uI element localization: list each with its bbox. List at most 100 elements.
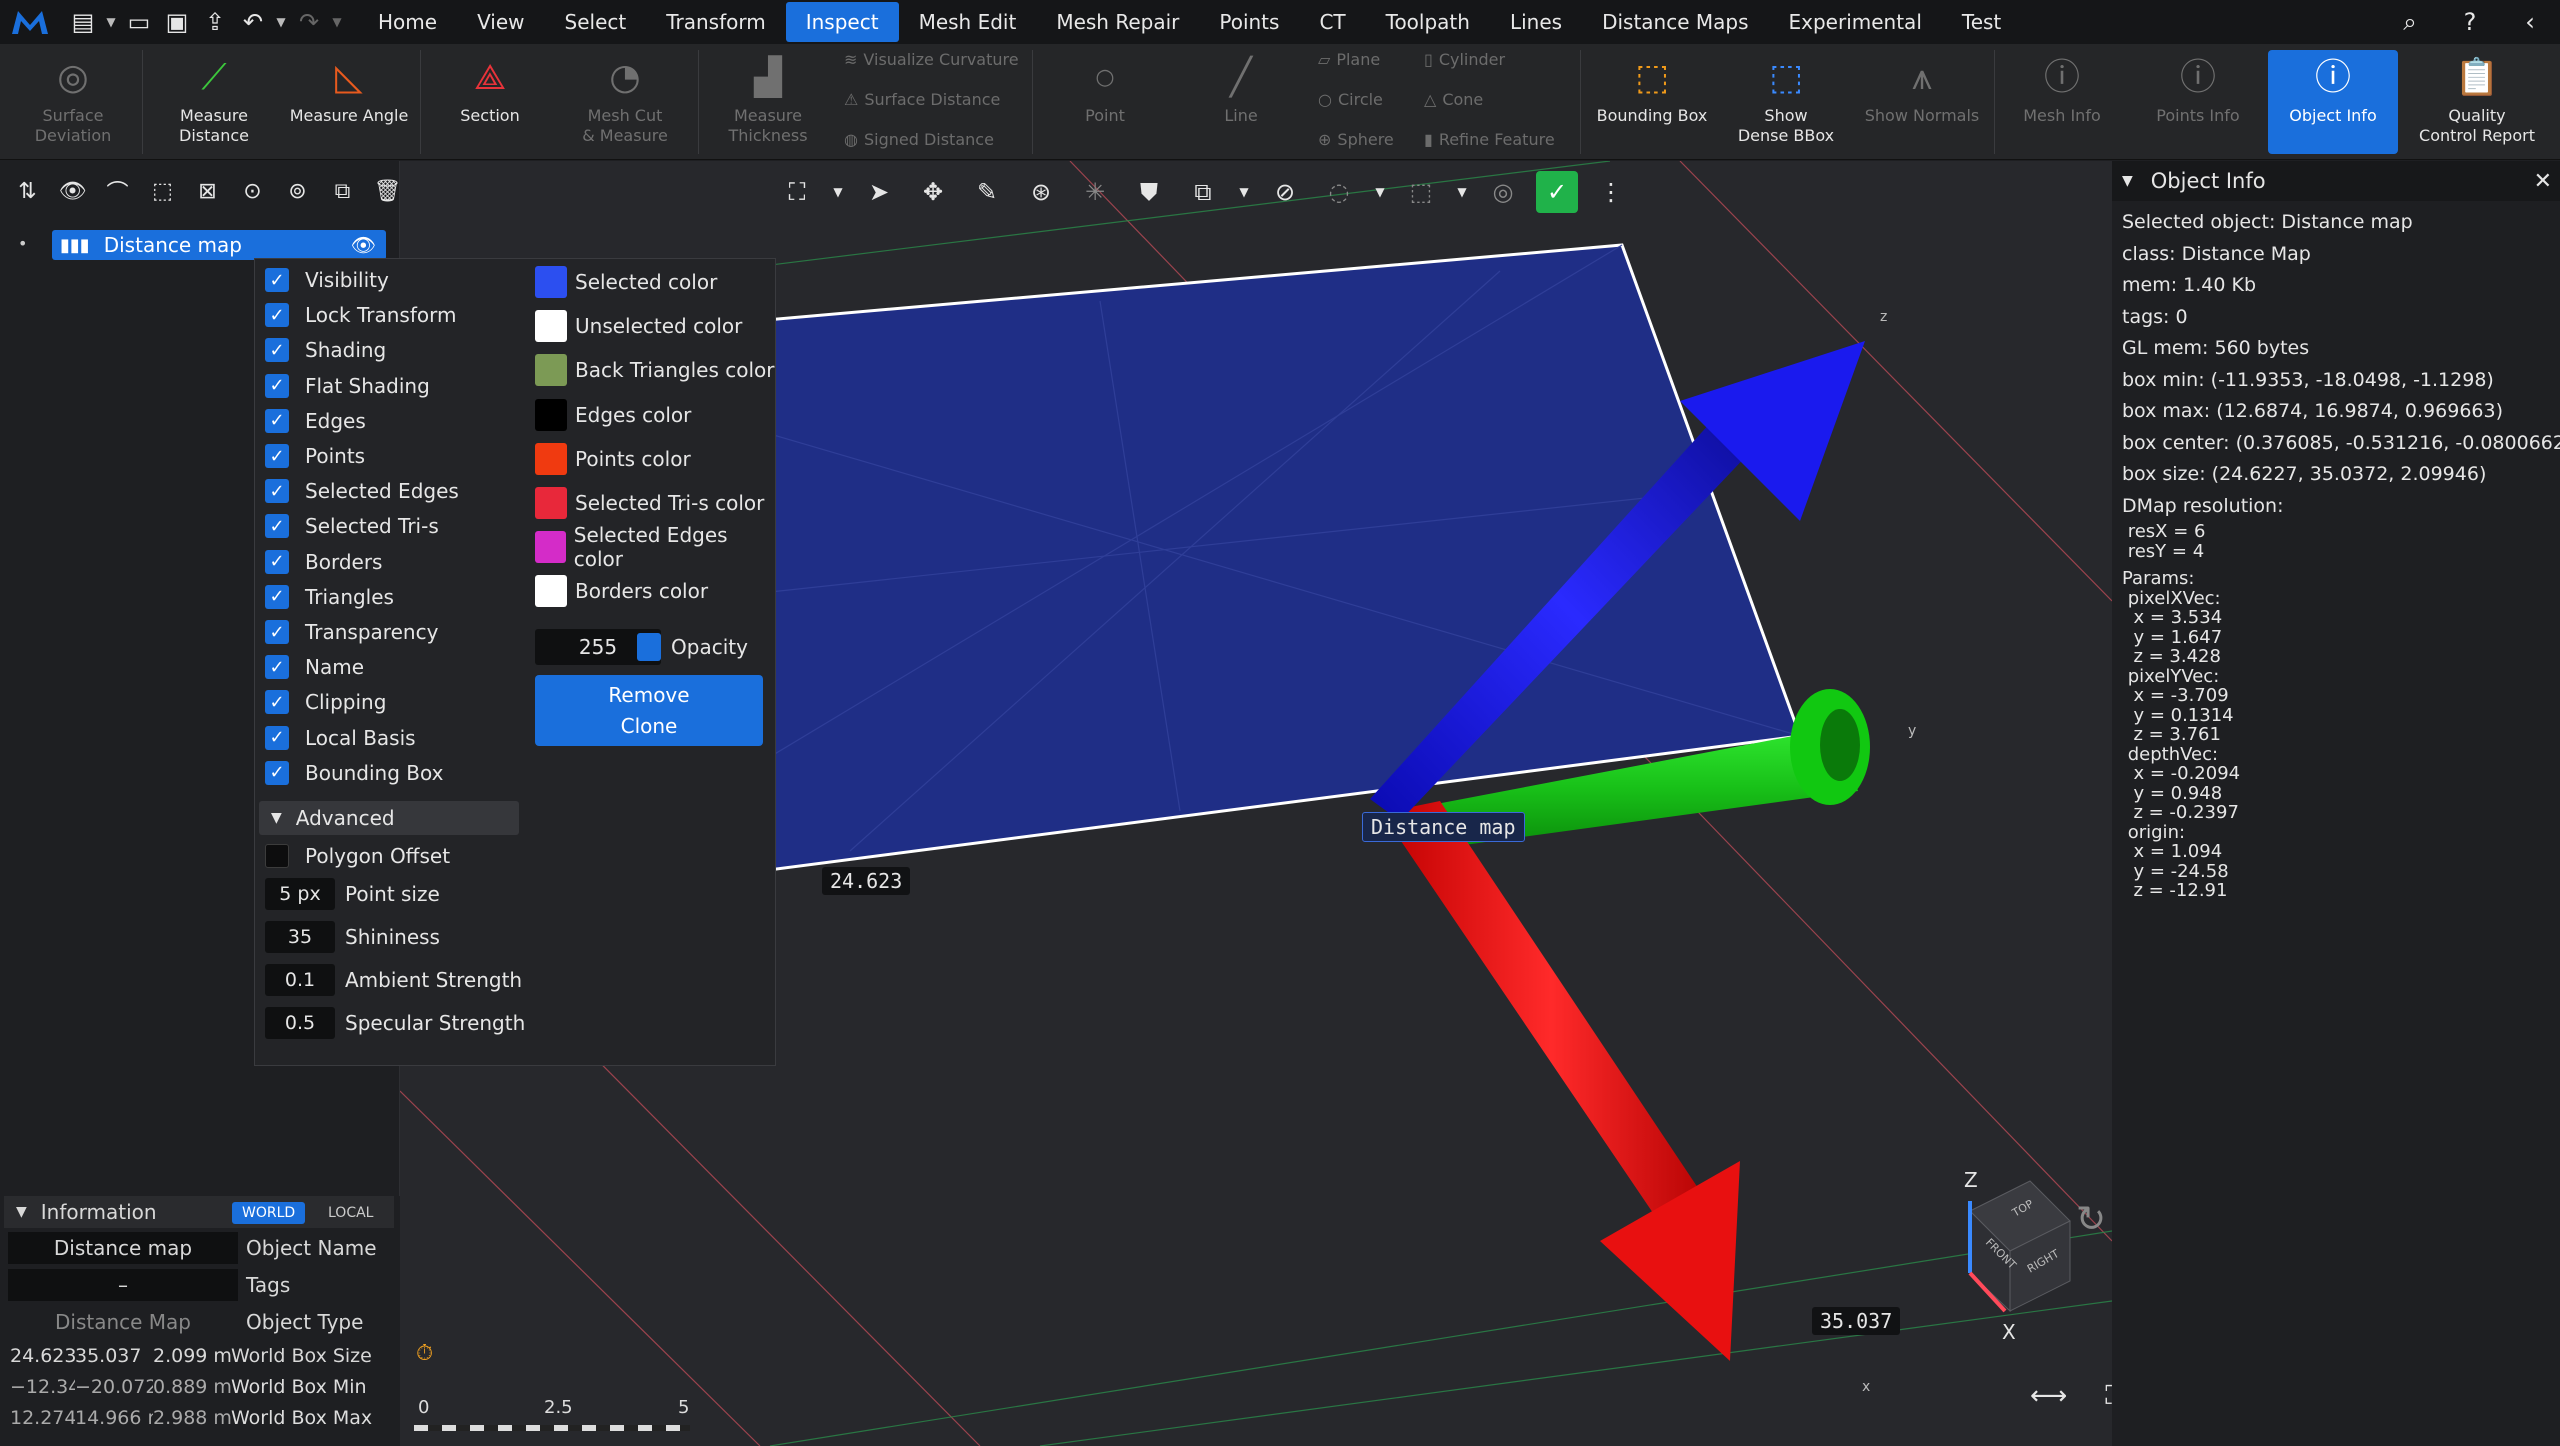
mesh-info-button[interactable]: ⓘ Mesh Info (2004, 50, 2120, 154)
checkbox-shading[interactable]: ✓ Shading (265, 333, 386, 367)
redo-dropdown-icon[interactable]: ▼ (330, 2, 344, 42)
visibility-eye-icon[interactable]: 👁 (351, 233, 376, 257)
checkbox-bounding-box[interactable]: ✓ Bounding Box (265, 756, 443, 790)
polygon-offset-checkbox[interactable]: Polygon Offset (265, 839, 450, 873)
cylinder-button[interactable]: ▯ Cylinder (1424, 50, 1505, 69)
menu-inspect[interactable]: Inspect (785, 2, 899, 42)
color-points-color[interactable]: Points color (535, 441, 691, 477)
lasso-dropdown-icon[interactable]: ▼ (1372, 171, 1388, 213)
hide-icon[interactable]: ⊘ (1264, 171, 1306, 213)
checkbox-edges[interactable]: ✓ Edges (265, 404, 366, 438)
line-button[interactable]: ╱ Line (1178, 50, 1304, 154)
clip-icon[interactable]: ◎ (1482, 171, 1524, 213)
tags-input[interactable]: – (8, 1269, 238, 1301)
color-swatch[interactable] (535, 354, 567, 387)
checkbox-lock-transform[interactable]: ✓ Lock Transform (265, 298, 456, 332)
checkbox-transparency[interactable]: ✓ Transparency (265, 615, 438, 649)
sphere-button[interactable]: ⊕ Sphere (1318, 130, 1394, 149)
confirm-check-icon[interactable]: ✓ (1536, 171, 1578, 213)
measure-distance-button[interactable]: ⟋ Measure Distance (152, 50, 276, 154)
menu-home[interactable]: Home (358, 0, 457, 44)
checkbox-selected-tri-s[interactable]: ✓ Selected Tri-s (265, 509, 439, 543)
color-swatch[interactable] (535, 310, 567, 343)
cone-button[interactable]: △ Cone (1424, 90, 1483, 109)
opacity-input[interactable]: 255 (535, 629, 661, 665)
object-info-button[interactable]: ⓘ Object Info (2268, 50, 2398, 154)
undo-dropdown-icon[interactable]: ▼ (274, 2, 288, 42)
section-button[interactable]: ⟁ Section (430, 50, 550, 154)
point-button[interactable]: ○ Point (1042, 50, 1168, 154)
menu-ct[interactable]: CT (1299, 0, 1365, 44)
point-size-field[interactable]: 5 px Point size (265, 877, 440, 911)
search-icon[interactable]: ⌕ (2380, 0, 2440, 44)
chevron-down-icon[interactable]: ▼ (830, 171, 846, 213)
signed-distance-button[interactable]: ◍ Signed Distance (844, 130, 994, 149)
color-selected-edges-color[interactable]: Selected Edges color (535, 523, 775, 571)
mesh-cut-measure-button[interactable]: ◔ Mesh Cut & Measure (560, 50, 690, 154)
surface-deviation-button[interactable]: ◎ Surface Deviation (14, 50, 132, 154)
show-normals-button[interactable]: ⩚ Show Normals (1858, 50, 1986, 154)
shininess-field[interactable]: 35 Shininess (265, 920, 440, 954)
ambient-strength-input[interactable]: 0.1 (265, 964, 335, 996)
menu-transform[interactable]: Transform (646, 0, 785, 44)
more-options-icon[interactable]: ⋮ (1590, 171, 1632, 213)
help-icon[interactable]: ? (2440, 0, 2500, 44)
specular-strength-field[interactable]: 0.5 Specular Strength (265, 1006, 525, 1040)
color-edges-color[interactable]: Edges color (535, 397, 691, 433)
checkbox-name[interactable]: ✓ Name (265, 650, 364, 684)
specular-strength-input[interactable]: 0.5 (265, 1007, 335, 1039)
open-folder-icon[interactable]: ▭ (122, 2, 156, 42)
fit-view-icon[interactable]: ⛶ (2105, 1381, 2112, 1412)
checkbox-clipping[interactable]: ✓ Clipping (265, 685, 386, 719)
save-icon[interactable]: ▣ (160, 2, 194, 42)
view-cube[interactable]: Z X FRONT TOP RIGHT ↻ (1930, 1161, 2110, 1351)
checkbox-visibility[interactable]: ✓ Visibility (265, 263, 389, 297)
tree-item-distance-map[interactable]: ▮▮▮ Distance map 👁 (52, 230, 386, 260)
opacity-control[interactable]: 255 Opacity (535, 629, 748, 665)
checkbox-triangles[interactable]: ✓ Triangles (265, 580, 394, 614)
local-toggle[interactable]: LOCAL (318, 1202, 383, 1224)
box-select-icon[interactable]: ⬚ (1400, 171, 1442, 213)
move-up-icon[interactable]: ⊙ (233, 171, 272, 211)
move-icon[interactable]: ✥ (912, 171, 954, 213)
sort-icon[interactable]: ⇅ (8, 171, 47, 211)
export-icon[interactable]: ⇪ (198, 2, 232, 42)
select-cursor-icon[interactable]: ➤ (858, 171, 900, 213)
timer-icon[interactable]: ⏱ (416, 1341, 433, 1366)
menu-toolpath[interactable]: Toolpath (1366, 0, 1490, 44)
opacity-color-swatch[interactable] (637, 633, 661, 661)
menu-view[interactable]: View (457, 0, 544, 44)
box-select-dropdown-icon[interactable]: ▼ (1454, 171, 1470, 213)
new-scene-icon[interactable]: ▤ (66, 2, 100, 42)
point-size-input[interactable]: 5 px (265, 878, 335, 910)
checkbox-selected-edges[interactable]: ✓ Selected Edges (265, 474, 459, 508)
color-unselected-color[interactable]: Unselected color (535, 308, 742, 344)
advanced-section-header[interactable]: ▼ Advanced (259, 801, 519, 835)
app-logo-icon[interactable] (0, 0, 60, 44)
bounding-box-button[interactable]: ⬚ Bounding Box (1590, 50, 1714, 154)
refine-feature-button[interactable]: ▮ Refine Feature (1424, 130, 1555, 149)
points-info-button[interactable]: ⓘ Points Info (2130, 50, 2266, 154)
checkbox-borders[interactable]: ✓ Borders (265, 545, 382, 579)
menu-distance-maps[interactable]: Distance Maps (1582, 0, 1768, 44)
fit-selection-icon[interactable]: ⛶ (776, 171, 818, 213)
plane-button[interactable]: ▱ Plane (1318, 50, 1380, 69)
undo-icon[interactable]: ↶ (236, 2, 270, 42)
edit-pen-icon[interactable]: ✎ (966, 171, 1008, 213)
menu-select[interactable]: Select (545, 0, 647, 44)
color-swatch[interactable] (535, 398, 567, 431)
circle-button[interactable]: ○ Circle (1318, 90, 1383, 109)
menu-points[interactable]: Points (1199, 0, 1299, 44)
measure-icon[interactable]: ⛊ (1128, 171, 1170, 213)
object-name-input[interactable]: Distance map (8, 1232, 238, 1264)
rotate-axis-icon[interactable]: ⊛ (1020, 171, 1062, 213)
ruler-toggle-icon[interactable]: ⟷ (2030, 1381, 2067, 1412)
checkbox-flat-shading[interactable]: ✓ Flat Shading (265, 369, 430, 403)
show-dense-bbox-button[interactable]: ⬚ Show Dense BBox (1722, 50, 1850, 154)
lasso-icon[interactable]: ◌ (1318, 171, 1360, 213)
deselect-icon[interactable]: ⊠ (188, 171, 227, 211)
surface-distance-button[interactable]: ⚠ Surface Distance (844, 90, 1000, 109)
checkbox-local-basis[interactable]: ✓ Local Basis (265, 721, 416, 755)
ambient-strength-field[interactable]: 0.1 Ambient Strength (265, 963, 522, 997)
measure-thickness-button[interactable]: ▟ Measure Thickness (708, 50, 828, 154)
